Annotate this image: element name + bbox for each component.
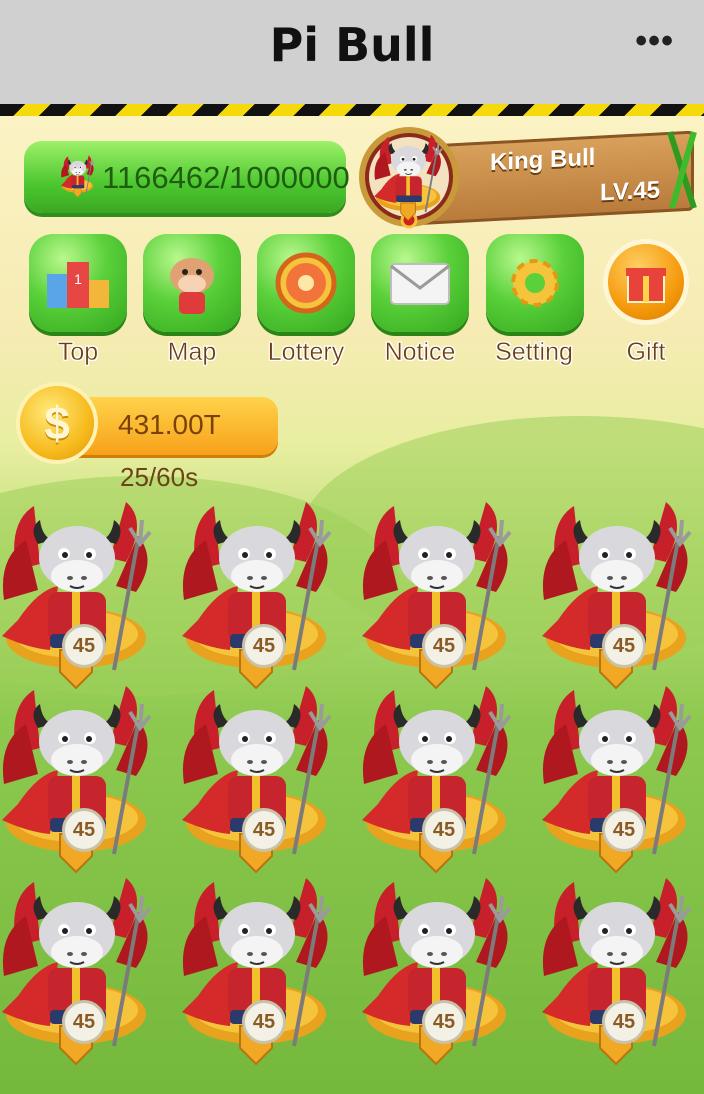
bull-mini-icon — [58, 155, 98, 199]
progress-text: 1166462/1000000 — [102, 160, 350, 195]
progress-bar[interactable]: 1166462/1000000 — [24, 141, 350, 213]
bull-slot[interactable]: 45 — [178, 500, 338, 696]
player-avatar[interactable] — [354, 122, 464, 232]
bull-level-badge: 45 — [602, 624, 646, 668]
bull-avatar-icon — [370, 134, 448, 224]
bull-slot[interactable]: 45 — [0, 876, 158, 1072]
coin-timer: 25/60s — [120, 462, 199, 492]
bull-level-badge: 45 — [242, 808, 286, 852]
nav-label-lottery: Lottery — [267, 338, 345, 366]
bull-level-badge: 45 — [62, 624, 106, 668]
bull-level-badge: 45 — [602, 1000, 646, 1044]
bull-slot[interactable]: 45 — [358, 876, 518, 1072]
player-level: LV.45 — [599, 176, 660, 207]
bull-level-badge: 45 — [62, 808, 106, 852]
bull-level-badge: 45 — [242, 624, 286, 668]
player-name: King Bull — [490, 143, 596, 177]
app-titlebar: Pi Bull ••• — [0, 0, 704, 104]
gift-box-icon — [626, 268, 666, 303]
nav-label-top: Top — [57, 338, 99, 366]
bull-map-icon — [170, 258, 214, 314]
bull-slot[interactable]: 45 — [538, 876, 698, 1072]
lottery-button[interactable] — [257, 234, 355, 332]
setting-button[interactable] — [486, 234, 584, 332]
svg-text:1: 1 — [74, 271, 82, 287]
coin-amount: 431.00T — [118, 409, 221, 440]
gift-button[interactable] — [608, 244, 684, 320]
bull-slot[interactable]: 45 — [0, 684, 158, 880]
bull-slot[interactable]: 45 — [358, 684, 518, 880]
coin-symbol: $ — [44, 397, 70, 449]
envelope-icon — [390, 263, 450, 305]
game-area: 1166462/1000000 King Bull LV.45 1 Top Ma… — [0, 116, 704, 1094]
bull-slot[interactable]: 45 — [178, 684, 338, 880]
top-button[interactable]: 1 — [29, 234, 127, 332]
bamboo-icon — [667, 131, 697, 209]
bull-level-badge: 45 — [422, 624, 466, 668]
notice-button[interactable] — [371, 234, 469, 332]
nav-label-notice: Notice — [384, 338, 456, 366]
map-button[interactable] — [143, 234, 241, 332]
bull-slot[interactable]: 45 — [358, 500, 518, 696]
nav-label-setting: Setting — [495, 338, 573, 366]
app-title: Pi Bull — [269, 18, 435, 72]
bull-slot[interactable]: 45 — [538, 500, 698, 696]
bull-slot[interactable]: 45 — [538, 684, 698, 880]
nav-label-gift: Gift — [626, 338, 666, 366]
bull-level-badge: 45 — [602, 808, 646, 852]
bull-level-badge: 45 — [422, 1000, 466, 1044]
bull-level-badge: 45 — [62, 1000, 106, 1044]
bull-slot[interactable]: 45 — [178, 876, 338, 1072]
gear-icon — [511, 259, 559, 307]
bull-level-badge: 45 — [242, 1000, 286, 1044]
coin-icon: $ — [20, 386, 94, 460]
ranking-podium-icon: 1 — [47, 262, 109, 308]
bull-slot[interactable]: 45 — [0, 500, 158, 696]
lottery-wheel-icon — [275, 252, 337, 314]
more-menu-icon[interactable]: ••• — [635, 22, 674, 61]
bull-level-badge: 45 — [422, 808, 466, 852]
hazard-stripe — [0, 104, 704, 116]
nav-label-map: Map — [167, 338, 217, 366]
